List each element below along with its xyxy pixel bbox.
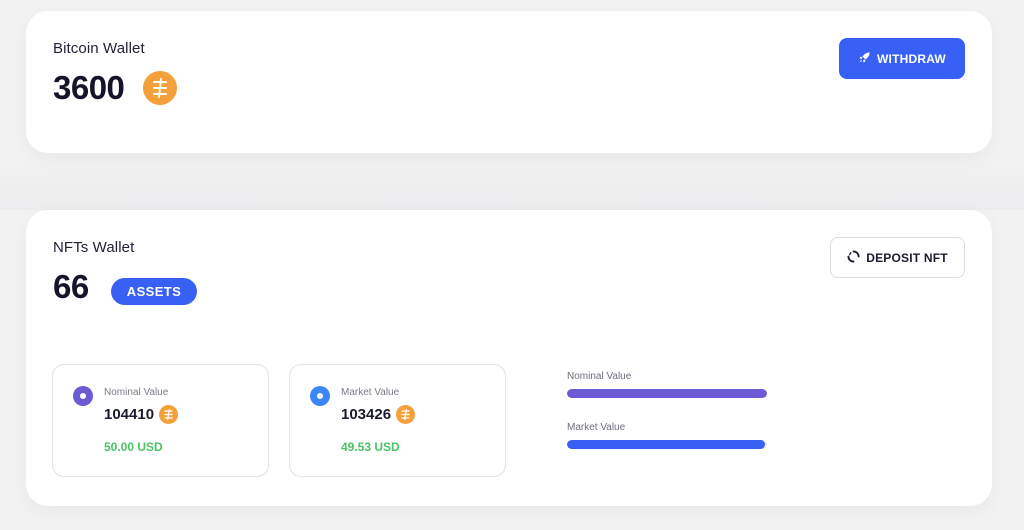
bitcoin-wallet-title: Bitcoin Wallet <box>53 40 145 57</box>
market-bar-label: Market Value <box>567 422 626 433</box>
nominal-value-amount: 104410 <box>104 405 179 424</box>
nominal-amount-text: 104410 <box>104 406 155 423</box>
nominal-value-card: Nominal Value 104410 50.00 USD <box>52 364 269 477</box>
rocket-icon <box>858 51 871 67</box>
nominal-dot-icon <box>73 386 93 406</box>
nominal-bar-label: Nominal Value <box>567 371 632 382</box>
spinner-icon <box>847 249 860 266</box>
market-value-card: Market Value 103426 49.53 USD <box>289 364 506 477</box>
market-value-label: Market Value <box>341 387 400 398</box>
deposit-nft-label: DEPOSIT NFT <box>866 250 948 265</box>
nominal-value-bar <box>567 389 767 398</box>
nfts-wallet-card: NFTs Wallet 66 ASSETS DEPOSIT NFT Nomina… <box>26 210 992 506</box>
market-value-usd: 49.53 USD <box>341 440 400 454</box>
market-amount-text: 103426 <box>341 406 392 423</box>
withdraw-button[interactable]: WITHDRAW <box>839 38 965 79</box>
bitcoin-balance: 3600 <box>53 69 125 106</box>
nominal-value-bar-fill <box>567 389 767 398</box>
coin-icon <box>396 405 416 424</box>
market-value-bar <box>567 440 767 449</box>
withdraw-label: WITHDRAW <box>877 51 946 66</box>
nominal-value-usd: 50.00 USD <box>104 440 163 454</box>
coin-icon <box>159 405 179 424</box>
deposit-nft-button[interactable]: DEPOSIT NFT <box>830 237 965 278</box>
market-dot-icon <box>310 386 330 406</box>
market-value-amount: 103426 <box>341 405 416 424</box>
nft-count: 66 <box>53 268 89 305</box>
nominal-value-label: Nominal Value <box>104 387 169 398</box>
background-gap <box>0 160 1024 210</box>
bitcoin-wallet-card: Bitcoin Wallet 3600 WITHDRAW <box>26 11 992 153</box>
market-value-bar-fill <box>567 440 765 449</box>
coin-icon <box>143 71 177 105</box>
nfts-wallet-title: NFTs Wallet <box>53 239 135 256</box>
assets-badge: ASSETS <box>111 278 197 305</box>
